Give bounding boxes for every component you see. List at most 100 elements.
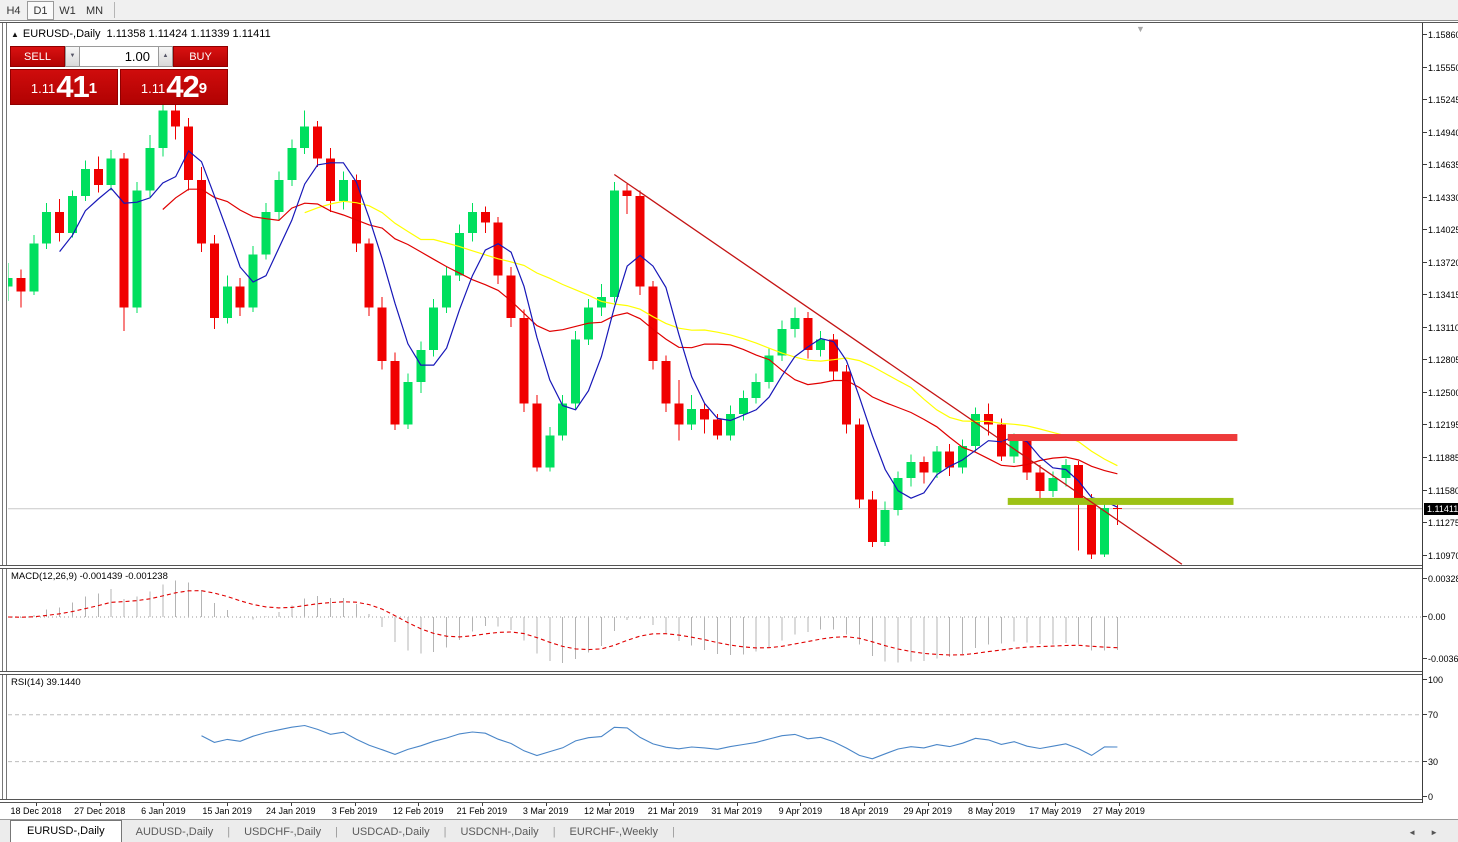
date-axis-label: 9 Apr 2019 bbox=[779, 806, 823, 816]
date-axis-label: 6 Jan 2019 bbox=[141, 806, 186, 816]
buy-button[interactable]: BUY bbox=[173, 46, 228, 67]
date-axis-label: 21 Mar 2019 bbox=[648, 806, 699, 816]
toolbar-separator bbox=[114, 2, 115, 18]
timeframe-button-d1[interactable]: D1 bbox=[27, 1, 54, 20]
price-axis-tick: 1.13720 bbox=[1428, 258, 1458, 268]
axis-tick-mark bbox=[1423, 359, 1427, 360]
price-axis-tick: 1.13110 bbox=[1428, 323, 1458, 333]
tab-scroll-arrows[interactable]: ◄► bbox=[1408, 828, 1452, 837]
date-axis-label: 24 Jan 2019 bbox=[266, 806, 316, 816]
axis-tick-mark bbox=[1423, 392, 1427, 393]
price-axis-tick: 1.14330 bbox=[1428, 193, 1458, 203]
axis-tick-mark bbox=[1423, 99, 1427, 100]
date-axis-label: 29 Apr 2019 bbox=[904, 806, 953, 816]
rsi-axis-tick: 100 bbox=[1428, 675, 1443, 685]
price-axis-tick: 1.15550 bbox=[1428, 63, 1458, 73]
axis-tick-mark bbox=[1423, 164, 1427, 165]
timeframe-toolbar: H4D1W1MN bbox=[0, 0, 1458, 21]
sell-button[interactable]: SELL bbox=[10, 46, 65, 67]
price-axis-tick: 1.14025 bbox=[1428, 225, 1458, 235]
window-border bbox=[2, 23, 3, 819]
buy-price-prefix: 1.11 bbox=[141, 76, 165, 102]
axis-tick-mark bbox=[1423, 658, 1427, 659]
price-axis-tick: 1.14940 bbox=[1428, 128, 1458, 138]
macd-label: MACD(12,26,9) -0.001439 -0.001238 bbox=[11, 571, 168, 582]
price-axis-tick: 1.12805 bbox=[1428, 355, 1458, 365]
axis-tick-mark bbox=[1423, 229, 1427, 230]
price-axis-tick: 1.11885 bbox=[1428, 453, 1458, 463]
tab-separator: | bbox=[672, 826, 675, 842]
tab-usdcnh[interactable]: USDCNH-,Daily bbox=[446, 823, 552, 842]
rsi-chart bbox=[8, 675, 1422, 799]
axis-tick-mark bbox=[1423, 616, 1427, 617]
axis-tick-mark bbox=[1423, 197, 1427, 198]
price-axis-tick: 1.12195 bbox=[1428, 420, 1458, 430]
timeframe-button-mn[interactable]: MN bbox=[81, 1, 108, 20]
price-pane[interactable]: ▼ ▲ EURUSD-,Daily 1.11358 1.11424 1.11339 … bbox=[8, 24, 1422, 565]
date-axis-label: 3 Mar 2019 bbox=[523, 806, 569, 816]
date-axis-label: 3 Feb 2019 bbox=[332, 806, 378, 816]
symbol-name: EURUSD-,Daily bbox=[23, 28, 101, 40]
chart-symbol-header: ▲ EURUSD-,Daily 1.11358 1.11424 1.11339 1.… bbox=[11, 28, 271, 40]
collapse-trade-panel-icon[interactable]: ▲ bbox=[11, 30, 19, 39]
price-axis-tick: 1.14635 bbox=[1428, 160, 1458, 170]
ohlc-values: 1.11358 1.11424 1.11339 1.11411 bbox=[107, 28, 271, 40]
sell-price-display[interactable]: 1.11 41 1 bbox=[10, 69, 118, 105]
chart-shift-marker-icon: ▼ bbox=[1136, 24, 1145, 34]
price-axis-tick: 1.12500 bbox=[1428, 388, 1458, 398]
axis-tick-mark bbox=[1423, 490, 1427, 491]
sell-price-pip: 1 bbox=[89, 70, 97, 108]
date-axis-label: 18 Dec 2018 bbox=[10, 806, 61, 816]
date-axis-label: 21 Feb 2019 bbox=[457, 806, 508, 816]
macd-axis-tick: 0.00 bbox=[1428, 612, 1446, 622]
axis-tick-mark bbox=[1423, 555, 1427, 556]
chart-tab-bar: EURUSD-,DailyAUDUSD-,Daily | USDCHF-,Daily… bbox=[0, 819, 1458, 842]
bid-price-tag: 1.11411 bbox=[1424, 503, 1458, 515]
timeframe-button-h4[interactable]: H4 bbox=[0, 1, 27, 20]
volume-decrease-button[interactable]: ▼ bbox=[65, 46, 80, 67]
axis-tick-mark bbox=[1423, 761, 1427, 762]
tab-scroll-left-icon[interactable]: ◄ bbox=[1408, 828, 1430, 837]
date-axis-label: 31 Mar 2019 bbox=[711, 806, 762, 816]
tab-eurchf[interactable]: EURCHF-,Weekly bbox=[556, 823, 672, 842]
price-axis-tick: 1.13415 bbox=[1428, 290, 1458, 300]
price-axis-tick: 1.11580 bbox=[1428, 486, 1458, 496]
rsi-axis-tick: 70 bbox=[1428, 710, 1438, 720]
axis-tick-mark bbox=[1423, 327, 1427, 328]
axis-tick-mark bbox=[1423, 714, 1427, 715]
tab-eurusd[interactable]: EURUSD-,Daily bbox=[10, 820, 122, 842]
sell-price-big: 41 bbox=[56, 71, 88, 102]
rsi-pane[interactable]: RSI(14) 39.1440 bbox=[8, 675, 1422, 799]
axis-tick-mark bbox=[1423, 578, 1427, 579]
tab-scroll-right-icon[interactable]: ► bbox=[1430, 828, 1452, 837]
macd-chart bbox=[8, 569, 1422, 671]
volume-input[interactable] bbox=[80, 46, 158, 67]
volume-increase-button[interactable]: ▲ bbox=[158, 46, 173, 67]
tab-usdcad[interactable]: USDCAD-,Daily bbox=[338, 823, 444, 842]
date-axis-label: 12 Mar 2019 bbox=[584, 806, 635, 816]
date-axis-label: 12 Feb 2019 bbox=[393, 806, 444, 816]
date-axis-label: 17 May 2019 bbox=[1029, 806, 1081, 816]
price-axis-tick: 1.11275 bbox=[1428, 518, 1458, 528]
axis-tick-mark bbox=[1423, 67, 1427, 68]
rsi-axis-tick: 30 bbox=[1428, 757, 1438, 767]
tab-usdchf[interactable]: USDCHF-,Daily bbox=[230, 823, 335, 842]
axis-tick-mark bbox=[1423, 796, 1427, 797]
buy-price-pip: 9 bbox=[199, 70, 207, 108]
candlestick-chart bbox=[8, 24, 1422, 565]
timeframe-button-w1[interactable]: W1 bbox=[54, 1, 81, 20]
price-axis: 1.158601.155501.152451.149401.146351.143… bbox=[1422, 23, 1458, 803]
axis-tick-mark bbox=[1423, 132, 1427, 133]
price-axis-tick: 1.10970 bbox=[1428, 551, 1458, 561]
axis-tick-mark bbox=[1423, 34, 1427, 35]
buy-price-big: 42 bbox=[166, 71, 198, 102]
buy-price-display[interactable]: 1.11 42 9 bbox=[120, 69, 228, 105]
axis-tick-mark bbox=[1423, 679, 1427, 680]
axis-tick-mark bbox=[1423, 457, 1427, 458]
macd-pane[interactable]: MACD(12,26,9) -0.001439 -0.001238 bbox=[8, 569, 1422, 671]
sell-price-prefix: 1.11 bbox=[31, 76, 55, 102]
date-axis-label: 15 Jan 2019 bbox=[202, 806, 252, 816]
tab-audusd[interactable]: AUDUSD-,Daily bbox=[122, 823, 228, 842]
rsi-axis-tick: 0 bbox=[1428, 792, 1433, 802]
date-axis: 18 Dec 201827 Dec 20186 Jan 201915 Jan 2… bbox=[0, 803, 1458, 819]
